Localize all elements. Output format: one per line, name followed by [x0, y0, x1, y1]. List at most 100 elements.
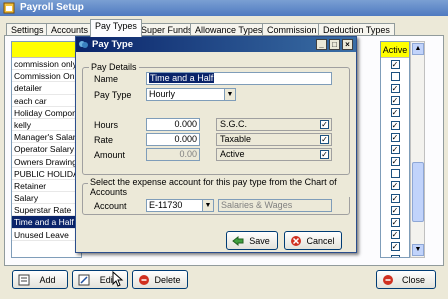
- add-button-label: Add: [39, 274, 56, 285]
- save-icon: [232, 235, 244, 246]
- name-label: Name: [94, 74, 119, 84]
- active-checkbox[interactable]: ✓: [390, 132, 400, 142]
- active-checkbox[interactable]: [390, 169, 400, 179]
- active-checkbox[interactable]: [390, 71, 400, 81]
- active-cell: ✓: [381, 241, 409, 253]
- active-checkbox[interactable]: ✓: [390, 205, 400, 215]
- active-cell: [381, 70, 409, 82]
- maximize-icon[interactable]: □: [329, 39, 340, 50]
- mouse-pointer-icon: [112, 271, 124, 287]
- rate-label: Rate: [94, 135, 114, 145]
- list-header: [12, 42, 81, 58]
- add-button[interactable]: Add: [12, 270, 68, 289]
- list-item[interactable]: Holiday Compone: [12, 107, 81, 119]
- active-checkbox[interactable]: ✓: [390, 254, 400, 257]
- app-icon: [3, 2, 15, 14]
- active-cell: ✓: [381, 143, 409, 155]
- sgc-label: S.G.C.: [220, 119, 248, 129]
- active-checkbox[interactable]: ✓: [390, 59, 400, 69]
- expense-account-instruction: Select the expense account for this pay …: [88, 177, 356, 197]
- save-button[interactable]: Save: [226, 231, 278, 250]
- active-checkbox[interactable]: ✓: [320, 150, 329, 159]
- list-item[interactable]: Commission Only: [12, 70, 81, 83]
- active-checkbox[interactable]: ✓: [390, 108, 400, 118]
- name-field[interactable]: Time and a Half: [146, 72, 332, 85]
- list-item[interactable]: Time and a Half: [12, 216, 81, 229]
- list-item[interactable]: Salary: [12, 192, 81, 205]
- list-item[interactable]: commission only: [12, 58, 81, 71]
- tab-pay-types[interactable]: Pay Types: [90, 19, 142, 37]
- delete-button[interactable]: Delete: [132, 270, 188, 289]
- pay-type-value: Hourly: [149, 89, 176, 99]
- account-label: Account: [94, 201, 127, 211]
- cancel-icon: [291, 235, 301, 246]
- active-checkbox[interactable]: ✓: [390, 218, 400, 228]
- taxable-checkbox[interactable]: ✓: [320, 135, 329, 144]
- active-cell: ✓: [381, 58, 409, 70]
- pay-details-label: Pay Details: [89, 62, 139, 72]
- list-item[interactable]: each car: [12, 95, 81, 107]
- active-cell: ✓: [381, 95, 409, 107]
- scroll-thumb[interactable]: [412, 162, 424, 222]
- list-item[interactable]: Operator Salary: [12, 143, 81, 156]
- list-item[interactable]: Manager's Salary: [12, 131, 81, 144]
- pay-type-list[interactable]: commission only Commission Only detailer ea…: [11, 41, 82, 258]
- cancel-button-label: Cancel: [306, 235, 335, 246]
- account-select[interactable]: E-11730 ▼: [146, 199, 214, 212]
- hours-field[interactable]: 0.000: [146, 118, 200, 131]
- window-title: Payroll Setup: [20, 2, 84, 13]
- list-item[interactable]: detailer: [12, 82, 81, 95]
- list-item[interactable]: Retainer: [12, 180, 81, 193]
- active-cell: ✓: [381, 156, 409, 168]
- list-item[interactable]: Superstar Rate: [12, 204, 81, 217]
- active-cell: ✓: [381, 82, 409, 94]
- active-cell: ✓: [381, 107, 409, 119]
- list-item[interactable]: kelly: [12, 119, 81, 132]
- scroll-down-icon[interactable]: ▼: [412, 244, 424, 256]
- dialog-app-icon: [79, 41, 88, 48]
- cancel-button[interactable]: Cancel: [284, 231, 342, 250]
- chevron-down-icon[interactable]: ▼: [224, 89, 235, 100]
- active-checkbox[interactable]: ✓: [390, 193, 400, 203]
- active-checkbox[interactable]: ✓: [390, 157, 400, 167]
- active-checkbox[interactable]: ✓: [390, 96, 400, 106]
- add-icon: [18, 274, 30, 285]
- active-checkbox[interactable]: ✓: [390, 181, 400, 191]
- scroll-up-icon[interactable]: ▲: [412, 43, 424, 55]
- active-label: Active: [220, 149, 245, 159]
- active-row[interactable]: Active ✓: [216, 148, 332, 161]
- taxable-label: Taxable: [220, 134, 252, 144]
- active-cell: ✓: [381, 253, 409, 257]
- save-button-label: Save: [249, 235, 270, 246]
- active-checkbox[interactable]: ✓: [390, 120, 400, 130]
- sgc-checkbox[interactable]: ✓: [320, 120, 329, 129]
- dialog-close-icon[interactable]: ×: [342, 39, 353, 50]
- amount-label: Amount: [94, 150, 126, 160]
- dialog-title: Pay Type: [92, 39, 134, 50]
- active-column-header: Active: [381, 42, 409, 58]
- rate-field[interactable]: 0.000: [146, 133, 200, 146]
- delete-icon: [139, 274, 149, 285]
- close-button[interactable]: Close: [376, 270, 436, 289]
- pay-type-dialog: Pay Type _ □ × Pay Details Name Time and…: [75, 36, 357, 253]
- chevron-down-icon[interactable]: ▼: [202, 200, 213, 211]
- edit-icon: [78, 274, 90, 285]
- taxable-row[interactable]: Taxable ✓: [216, 133, 332, 146]
- list-item[interactable]: Owners Drawings: [12, 156, 81, 168]
- close-button-label: Close: [401, 274, 425, 285]
- list-item[interactable]: PUBLIC HOLIDA: [12, 168, 81, 180]
- account-value: E-11730: [149, 200, 183, 210]
- hours-label: Hours: [94, 120, 119, 130]
- pay-type-select[interactable]: Hourly ▼: [146, 88, 236, 101]
- active-cell: ✓: [381, 119, 409, 131]
- active-checkbox[interactable]: ✓: [390, 83, 400, 93]
- active-checkbox[interactable]: ✓: [390, 144, 400, 154]
- close-icon: [383, 274, 393, 285]
- active-checkbox[interactable]: ✓: [390, 242, 400, 252]
- active-column: Active ✓ ✓ ✓ ✓ ✓ ✓ ✓ ✓ ✓ ✓ ✓ ✓ ✓ ✓ ✓: [380, 41, 410, 258]
- active-checkbox[interactable]: ✓: [390, 230, 400, 240]
- list-scrollbar[interactable]: ▲ ▼: [410, 41, 425, 258]
- sgc-row[interactable]: S.G.C. ✓: [216, 118, 332, 131]
- list-item[interactable]: Unused Leave: [12, 229, 81, 241]
- minimize-icon[interactable]: _: [316, 39, 327, 50]
